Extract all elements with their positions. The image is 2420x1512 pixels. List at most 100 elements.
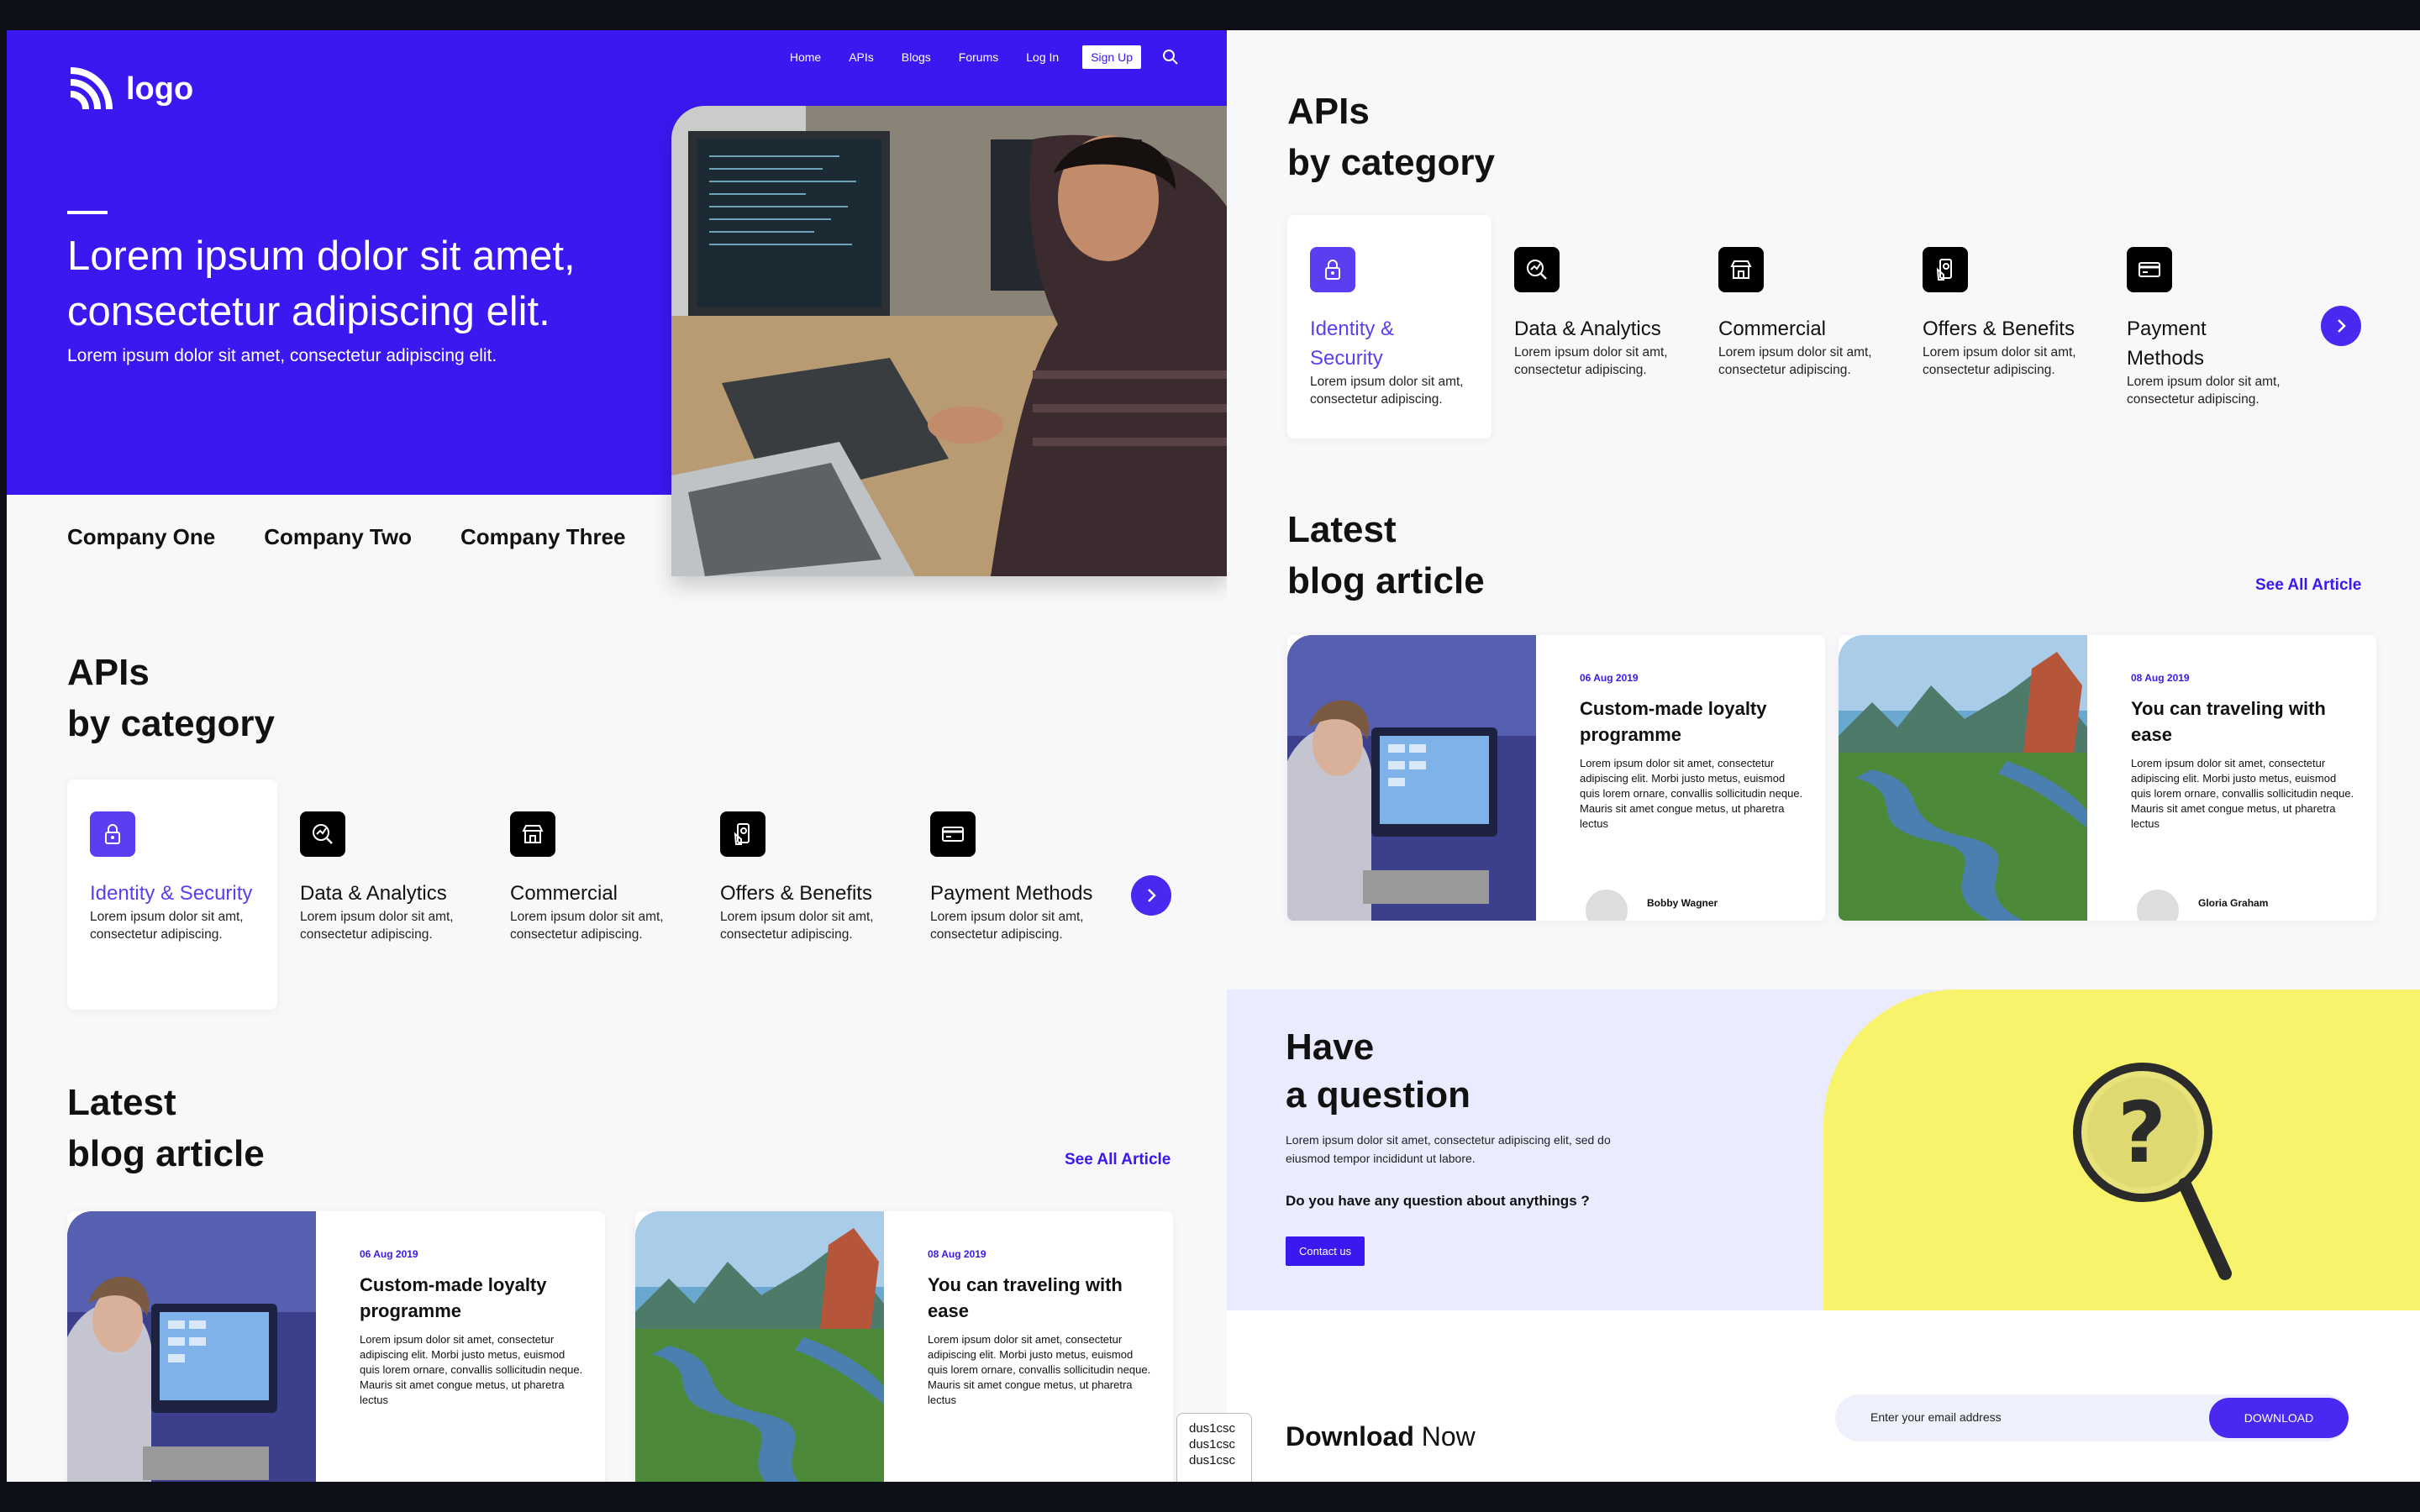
blog-title-line2: blog article [67, 1133, 265, 1174]
apis-title-line2: by category [67, 703, 275, 744]
search-icon[interactable] [1161, 48, 1180, 66]
category-payment-methods[interactable]: Payment Methods Lorem ipsum dolor sit am… [2104, 215, 2308, 438]
signup-button[interactable]: Sign Up [1082, 45, 1141, 69]
lock-icon [1310, 247, 1355, 292]
nav-blogs[interactable]: Blogs [902, 50, 931, 64]
blog-title-line1: Latest [1287, 509, 1397, 550]
email-field[interactable]: Enter your email address DOWNLOAD [1835, 1394, 2349, 1441]
nav-forums[interactable]: Forums [959, 50, 998, 64]
store-icon [510, 811, 555, 857]
tooltip-popup: dus1csc dus1csc dus1csc [1176, 1413, 1252, 1488]
category-desc: Lorem ipsum dolor sit amt, consectetur a… [1514, 345, 1668, 377]
category-title: Identity & Security [90, 882, 253, 905]
category-desc: Lorem ipsum dolor sit amt, consectetur a… [1718, 345, 1872, 377]
category-commercial[interactable]: Commercial Lorem ipsum dolor sit amt, co… [1696, 215, 1900, 438]
category-title: Data & Analytics [1514, 318, 1661, 340]
blog-card-image [1839, 635, 2087, 921]
blog-date: 08 Aug 2019 [2131, 672, 2190, 684]
category-identity-security[interactable]: Identity & Security Lorem ipsum dolor si… [67, 780, 277, 1010]
apis-title-line1: APIs [67, 652, 150, 693]
category-title: Offers & Benefits [720, 882, 872, 905]
logo[interactable]: logo [67, 66, 193, 113]
author-name: Bobby Wagner [1647, 897, 1718, 909]
category-desc: Lorem ipsum dolor sit amt, consectetur a… [930, 910, 1084, 942]
category-identity-security[interactable]: Identity & Security Lorem ipsum dolor si… [1287, 215, 1491, 438]
question-prompt: Do you have any question about anythings… [1286, 1193, 1590, 1209]
category-offers-benefits[interactable]: Offers & Benefits Lorem ipsum dolor sit … [1900, 215, 2104, 438]
category-desc: Lorem ipsum dolor sit amt, consectetur a… [720, 910, 874, 942]
blog-date: 06 Aug 2019 [1580, 672, 1639, 684]
nav-apis[interactable]: APIs [849, 50, 874, 64]
blog-excerpt: Lorem ipsum dolor sit amet, consectetur … [360, 1333, 583, 1406]
blog-title[interactable]: Custom-made loyalty programme [360, 1272, 587, 1324]
browser-bottom-bar [0, 1482, 2420, 1512]
blog-date: 08 Aug 2019 [928, 1248, 986, 1260]
download-title-regular: Now [1413, 1421, 1476, 1452]
nav-login[interactable]: Log In [1026, 50, 1059, 64]
blog-title[interactable]: Custom-made loyalty programme [1580, 696, 1807, 748]
see-all-articles-link[interactable]: See All Article [2255, 576, 2361, 595]
analytics-icon [1514, 247, 1560, 292]
question-section: ? Have a question Lorem ipsum dolor sit … [1227, 990, 2420, 1310]
page-view-right[interactable]: APIs by category Identity & Security Lor… [1227, 30, 2420, 1482]
category-desc: Lorem ipsum dolor sit amt, consectetur a… [300, 910, 454, 942]
company-three: Company Three [460, 524, 626, 549]
see-all-articles-link[interactable]: See All Article [1065, 1151, 1171, 1169]
category-title: Payment Methods [930, 882, 1093, 905]
author-avatar [2134, 887, 2181, 921]
category-desc: Lorem ipsum dolor sit amt, consectetur a… [1923, 345, 2076, 377]
blog-card[interactable]: 06 Aug 2019 Custom-made loyalty programm… [67, 1211, 605, 1482]
author-name: Gloria Graham [2198, 897, 2269, 909]
apis-section-title: APIs by category [67, 647, 275, 749]
tooltip-line: dus1csc [1189, 1453, 1236, 1467]
company-logos: Company One Company Two Company Three [67, 524, 626, 550]
question-illustration: ? [1823, 990, 2420, 1310]
question-title-line2: a question [1286, 1074, 1471, 1116]
category-payment-methods[interactable]: Payment Methods Lorem ipsum dolor sit am… [908, 780, 1118, 1010]
analytics-icon [300, 811, 345, 857]
hero-title: Lorem ipsum dolor sit amet, consectetur … [67, 234, 576, 334]
download-section: Download Now Enter your email address DO… [1227, 1310, 2420, 1482]
top-nav: Home APIs Blogs Forums Log In Sign Up [762, 45, 1180, 69]
category-title: Data & Analytics [300, 882, 447, 905]
api-categories: Identity & Security Lorem ipsum dolor si… [67, 780, 1118, 1010]
apis-title-line1: APIs [1287, 91, 1370, 132]
store-icon [1718, 247, 1764, 292]
apis-section-title: APIs by category [1287, 86, 1495, 188]
blog-card-image [67, 1211, 316, 1482]
category-title: Commercial [510, 882, 618, 905]
hero-photo [671, 106, 1227, 576]
hero-accent-line [67, 211, 108, 214]
download-button[interactable]: DOWNLOAD [2209, 1398, 2349, 1438]
nav-home[interactable]: Home [790, 50, 821, 64]
contact-us-button[interactable]: Contact us [1286, 1236, 1365, 1266]
blog-date: 06 Aug 2019 [360, 1248, 418, 1260]
hero-subtitle: Lorem ipsum dolor sit amet, consectetur … [67, 346, 497, 365]
category-data-analytics[interactable]: Data & Analytics Lorem ipsum dolor sit a… [277, 780, 487, 1010]
next-category-button[interactable] [2321, 306, 2361, 346]
blog-section-title: Latest blog article [67, 1077, 265, 1179]
card-icon [930, 811, 976, 857]
email-placeholder: Enter your email address [1870, 1410, 2002, 1424]
category-offers-benefits[interactable]: Offers & Benefits Lorem ipsum dolor sit … [697, 780, 908, 1010]
logo-text: logo [126, 71, 194, 107]
api-categories: Identity & Security Lorem ipsum dolor si… [1287, 215, 2308, 438]
blog-title-line2: blog article [1287, 560, 1485, 601]
offers-icon [1923, 247, 1968, 292]
next-category-button[interactable] [1131, 875, 1171, 916]
blog-card[interactable]: 08 Aug 2019 You can traveling with ease … [635, 1211, 1173, 1482]
category-desc: Lorem ipsum dolor sit amt, consectetur a… [510, 910, 664, 942]
blog-card[interactable]: 08 Aug 2019 You can traveling with ease … [1839, 635, 2376, 921]
category-title: Payment Methods [2127, 318, 2207, 370]
blog-title[interactable]: You can traveling with ease [928, 1272, 1155, 1324]
blog-excerpt: Lorem ipsum dolor sit amet, consectetur … [1580, 757, 1803, 830]
category-title: Identity & Security [1310, 318, 1395, 370]
category-data-analytics[interactable]: Data & Analytics Lorem ipsum dolor sit a… [1491, 215, 1696, 438]
apis-title-line2: by category [1287, 142, 1495, 183]
blog-card-image [1287, 635, 1536, 921]
question-title: Have a question [1286, 1023, 1470, 1119]
page-view-left[interactable]: logo Home APIs Blogs Forums Log In Sign … [7, 30, 1227, 1482]
blog-title[interactable]: You can traveling with ease [2131, 696, 2358, 748]
blog-card[interactable]: 06 Aug 2019 Custom-made loyalty programm… [1287, 635, 1825, 921]
category-commercial[interactable]: Commercial Lorem ipsum dolor sit amt, co… [487, 780, 697, 1010]
